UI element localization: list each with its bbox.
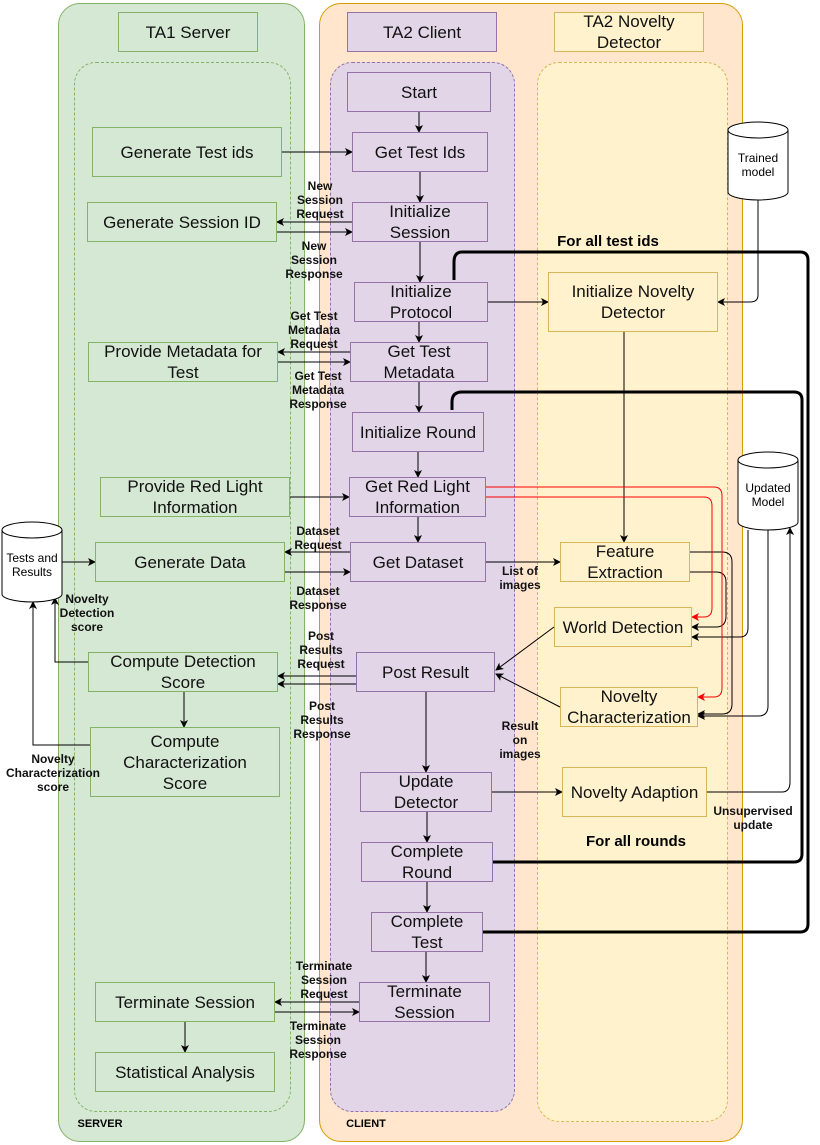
label-result-on-images: Result on images xyxy=(499,719,541,761)
tests-results-store: Tests and Results xyxy=(6,551,58,579)
label-dataset-response: Dataset Response xyxy=(289,584,347,612)
label-post-results-response: Post Results Response xyxy=(293,699,351,741)
label-metadata-response: Get Test Metadata Response xyxy=(289,369,347,411)
label-new-session-response: New Session Response xyxy=(285,239,343,281)
start: Start xyxy=(347,72,491,112)
trained-model-store: Trained model xyxy=(737,151,779,179)
generate-test-ids: Generate Test ids xyxy=(92,127,282,177)
compute-characterization-score: Compute Characterization Score xyxy=(90,727,280,797)
get-test-ids: Get Test Ids xyxy=(352,132,488,172)
novelty-characterization: Novelty Characterization xyxy=(560,687,698,727)
label-dataset-request: Dataset Request xyxy=(294,524,342,552)
terminate-session-client: Terminate Session xyxy=(359,982,490,1022)
initialize-novelty-detector: Initialize Novelty Detector xyxy=(548,272,718,332)
novelty-adaption: Novelty Adaption xyxy=(562,767,707,817)
generate-session-id: Generate Session ID xyxy=(87,202,277,242)
label-novelty-characterization-score: Novelty Characterization score xyxy=(5,752,101,794)
complete-round: Complete Round xyxy=(361,842,493,882)
initialize-session: Initialize Session xyxy=(352,202,488,242)
get-dataset: Get Dataset xyxy=(350,542,486,582)
world-detection: World Detection xyxy=(554,607,692,647)
initialize-round: Initialize Round xyxy=(352,412,484,452)
generate-data: Generate Data xyxy=(95,542,285,582)
label-new-session-request: New Session Request xyxy=(296,179,344,221)
updated-model-store: Updated Model xyxy=(745,481,791,509)
get-test-metadata: Get Test Metadata xyxy=(350,342,488,382)
provide-metadata: Provide Metadata for Test xyxy=(88,342,278,382)
flow-diagram: TA1 Server TA2 Client TA2 Novelty Detect… xyxy=(0,0,820,1145)
label-terminate-request: Terminate Session Request xyxy=(295,959,353,1001)
feature-extraction: Feature Extraction xyxy=(560,542,690,582)
provide-red-light: Provide Red Light Information xyxy=(100,477,290,517)
compute-detection-score: Compute Detection Score xyxy=(88,652,278,692)
get-red-light: Get Red Light Information xyxy=(349,477,486,517)
label-unsupervised-update: Unsupervised update xyxy=(713,804,793,832)
label-novelty-detection-score: Novelty Detection score xyxy=(59,592,115,634)
statistical-analysis: Statistical Analysis xyxy=(95,1052,275,1092)
complete-test: Complete Test xyxy=(371,912,483,952)
loop-label-rounds: For all rounds xyxy=(585,833,687,850)
loop-label-test-ids: For all test ids xyxy=(557,233,659,250)
label-metadata-request: Get Test Metadata Request xyxy=(287,309,340,351)
label-post-results-request: Post Results Request xyxy=(297,629,345,671)
terminate-session-server: Terminate Session xyxy=(95,982,275,1022)
label-terminate-response: Terminate Session Response xyxy=(289,1019,347,1061)
label-list-of-images: List of images xyxy=(499,564,541,592)
initialize-protocol: Initialize Protocol xyxy=(354,282,488,322)
update-detector: Update Detector xyxy=(360,772,492,812)
post-result: Post Result xyxy=(356,652,495,692)
